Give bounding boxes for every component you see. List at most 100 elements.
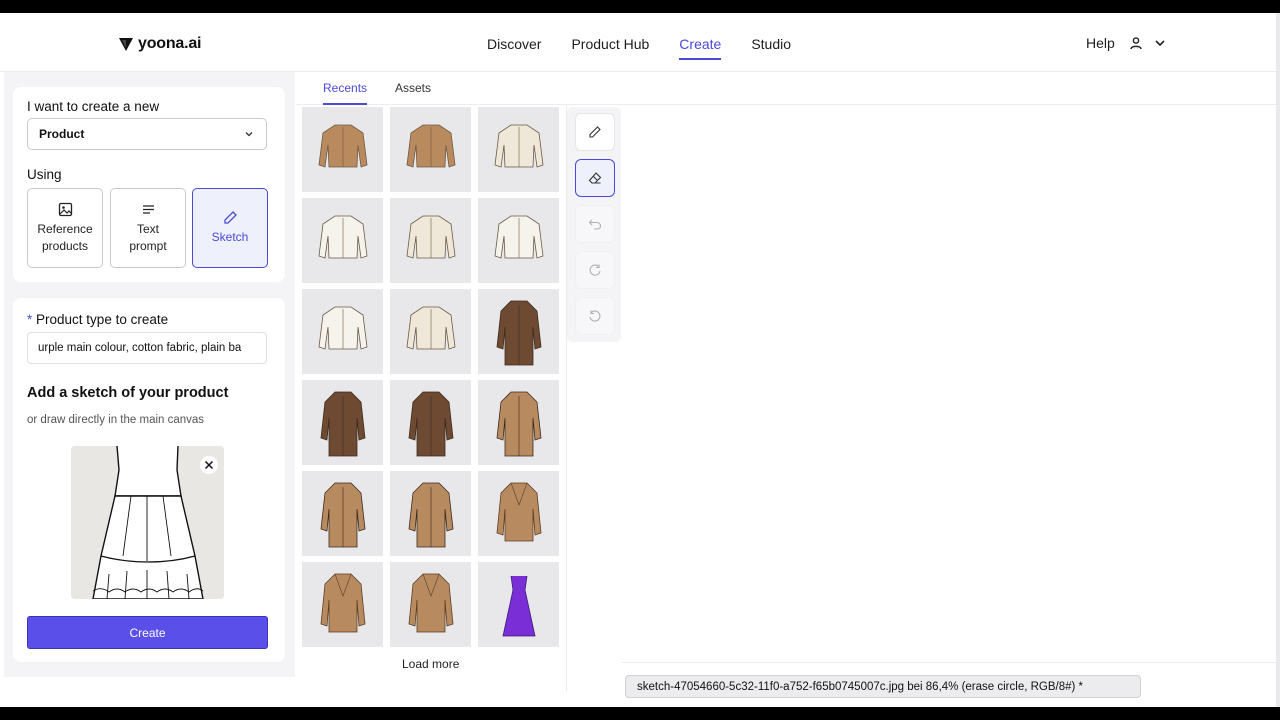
gallery-item-cropped-jacket-tan[interactable] [390, 107, 471, 192]
logo-icon [119, 38, 133, 51]
garment-thumbnail [502, 575, 535, 636]
garment-thumbnail [320, 482, 365, 547]
file-status-bar: sketch-47054660-5c32-11f0-a752-f65b07450… [625, 675, 1141, 698]
gallery-item-blazer-camel[interactable] [302, 562, 383, 647]
gallery-item-cropped-jacket-white[interactable] [478, 198, 559, 283]
gallery-item-dress-purple[interactable] [478, 562, 559, 647]
sketch-preview [71, 446, 224, 599]
option-reference-products[interactable]: Reference products [27, 188, 103, 268]
reset-icon [589, 310, 601, 322]
gallery-item-long-coat-camel[interactable] [478, 380, 559, 465]
eraser-tool[interactable] [575, 159, 615, 197]
sketch-subtitle: or draw directly in the main canvas [27, 414, 205, 426]
garment-thumbnail [408, 573, 453, 632]
garment-thumbnail [406, 306, 455, 350]
garment-thumbnail [494, 215, 543, 259]
gallery-tabs: Recents Assets [296, 72, 1276, 105]
garment-thumbnail [496, 482, 541, 541]
garment-thumbnail [408, 482, 453, 547]
main-canvas[interactable] [622, 105, 1276, 663]
close-icon [204, 460, 214, 470]
gallery-item-long-coat-camel-scarf[interactable] [390, 471, 471, 556]
gallery-item-long-coat-camel[interactable] [302, 471, 383, 556]
redo-tool[interactable] [575, 251, 615, 289]
scrollbar-track[interactable] [1276, 13, 1280, 707]
logo-text: yoona.ai [138, 35, 202, 52]
sketch-heading: Add a sketch of your product [27, 385, 229, 401]
gallery-item-blazer-camel[interactable] [390, 562, 471, 647]
chevron-down-icon[interactable] [1153, 36, 1167, 50]
help-link[interactable]: Help [1086, 35, 1115, 51]
tab-assets[interactable]: Assets [395, 81, 431, 103]
garment-thumbnail [318, 124, 367, 168]
using-label: Using [27, 167, 62, 182]
chevron-down-icon [245, 132, 253, 137]
product-select-value: Product [39, 127, 85, 141]
option-label-line2: prompt [129, 238, 167, 253]
garment-thumbnail [318, 215, 367, 259]
garment-thumbnail [320, 573, 365, 632]
nav-create[interactable]: Create [679, 36, 722, 60]
gallery-item-blazer-camel[interactable] [478, 471, 559, 556]
product-type-label-text: Product type to create [36, 312, 169, 327]
pencil-icon [589, 126, 601, 138]
option-text-prompt[interactable]: Text prompt [110, 188, 186, 268]
undo-icon [588, 219, 602, 230]
garment-thumbnail [408, 391, 453, 456]
garment-thumbnail [494, 124, 543, 168]
gallery-item-cropped-jacket-cream[interactable] [390, 289, 471, 374]
gallery-item-cropped-jacket-cream[interactable] [390, 198, 471, 283]
option-label-line1: Text [136, 221, 159, 236]
product-type-input[interactable]: urple main colour, cotton fabric, plain … [27, 332, 267, 364]
gallery-item-long-coat-brown-check[interactable] [478, 289, 559, 374]
details-card: * Product type to create urple main colo… [13, 298, 285, 662]
garment-thumbnail [320, 391, 365, 456]
gallery-item-cropped-jacket-white[interactable] [302, 198, 383, 283]
screen-bottom-edge [0, 707, 1280, 720]
garment-thumbnail [406, 215, 455, 259]
gallery-item-cropped-jacket-cream[interactable] [478, 107, 559, 192]
app-frame: yoona.ai Discover Product Hub Create Stu… [0, 13, 1280, 707]
eraser-icon [588, 172, 602, 184]
pencil-icon [223, 211, 237, 224]
remove-sketch-button[interactable] [200, 456, 218, 474]
nav-links: Discover Product Hub Create Studio [487, 36, 821, 60]
required-mark: * [27, 312, 33, 327]
tab-recents[interactable]: Recents [323, 81, 368, 105]
create-label: I want to create a new [27, 99, 160, 114]
load-more-button[interactable]: Load more [402, 657, 459, 671]
nav-right: Help [1086, 35, 1167, 51]
nav-discover[interactable]: Discover [487, 36, 541, 60]
user-icon[interactable] [1129, 36, 1143, 50]
garment-thumbnail [496, 300, 541, 365]
reset-tool[interactable] [575, 297, 615, 335]
product-type-value: urple main colour, cotton fabric, plain … [38, 342, 242, 354]
garment-thumbnail [496, 391, 541, 456]
gallery-item-cropped-jacket-tan[interactable] [302, 107, 383, 192]
redo-icon [589, 264, 601, 276]
recents-gallery [302, 107, 562, 647]
image-icon [58, 202, 72, 216]
option-label-line2: products [41, 238, 89, 253]
pencil-tool[interactable] [575, 113, 615, 151]
top-nav: yoona.ai Discover Product Hub Create Stu… [0, 13, 1280, 72]
logo[interactable]: yoona.ai [118, 35, 202, 53]
left-sidebar: I want to create a new Product Using Ref… [4, 72, 295, 677]
create-button[interactable]: Create [27, 616, 268, 649]
option-label-line1: Sketch [211, 230, 249, 244]
text-lines-icon [142, 204, 154, 214]
gallery-item-long-coat-brown[interactable] [390, 380, 471, 465]
undo-tool[interactable] [575, 205, 615, 243]
gallery-item-long-coat-brown-check[interactable] [302, 380, 383, 465]
nav-studio[interactable]: Studio [751, 36, 791, 60]
garment-thumbnail [406, 124, 455, 168]
option-sketch[interactable]: Sketch [192, 188, 268, 268]
product-type-label: * Product type to create [27, 312, 168, 327]
option-label-line1: Reference [37, 221, 93, 236]
create-mode-card: I want to create a new Product Using Ref… [13, 87, 285, 282]
nav-product-hub[interactable]: Product Hub [571, 36, 649, 60]
product-select[interactable]: Product [27, 118, 267, 150]
gallery-item-cropped-jacket-white[interactable] [302, 289, 383, 374]
garment-thumbnail [318, 306, 367, 350]
canvas-toolbar [567, 107, 621, 342]
